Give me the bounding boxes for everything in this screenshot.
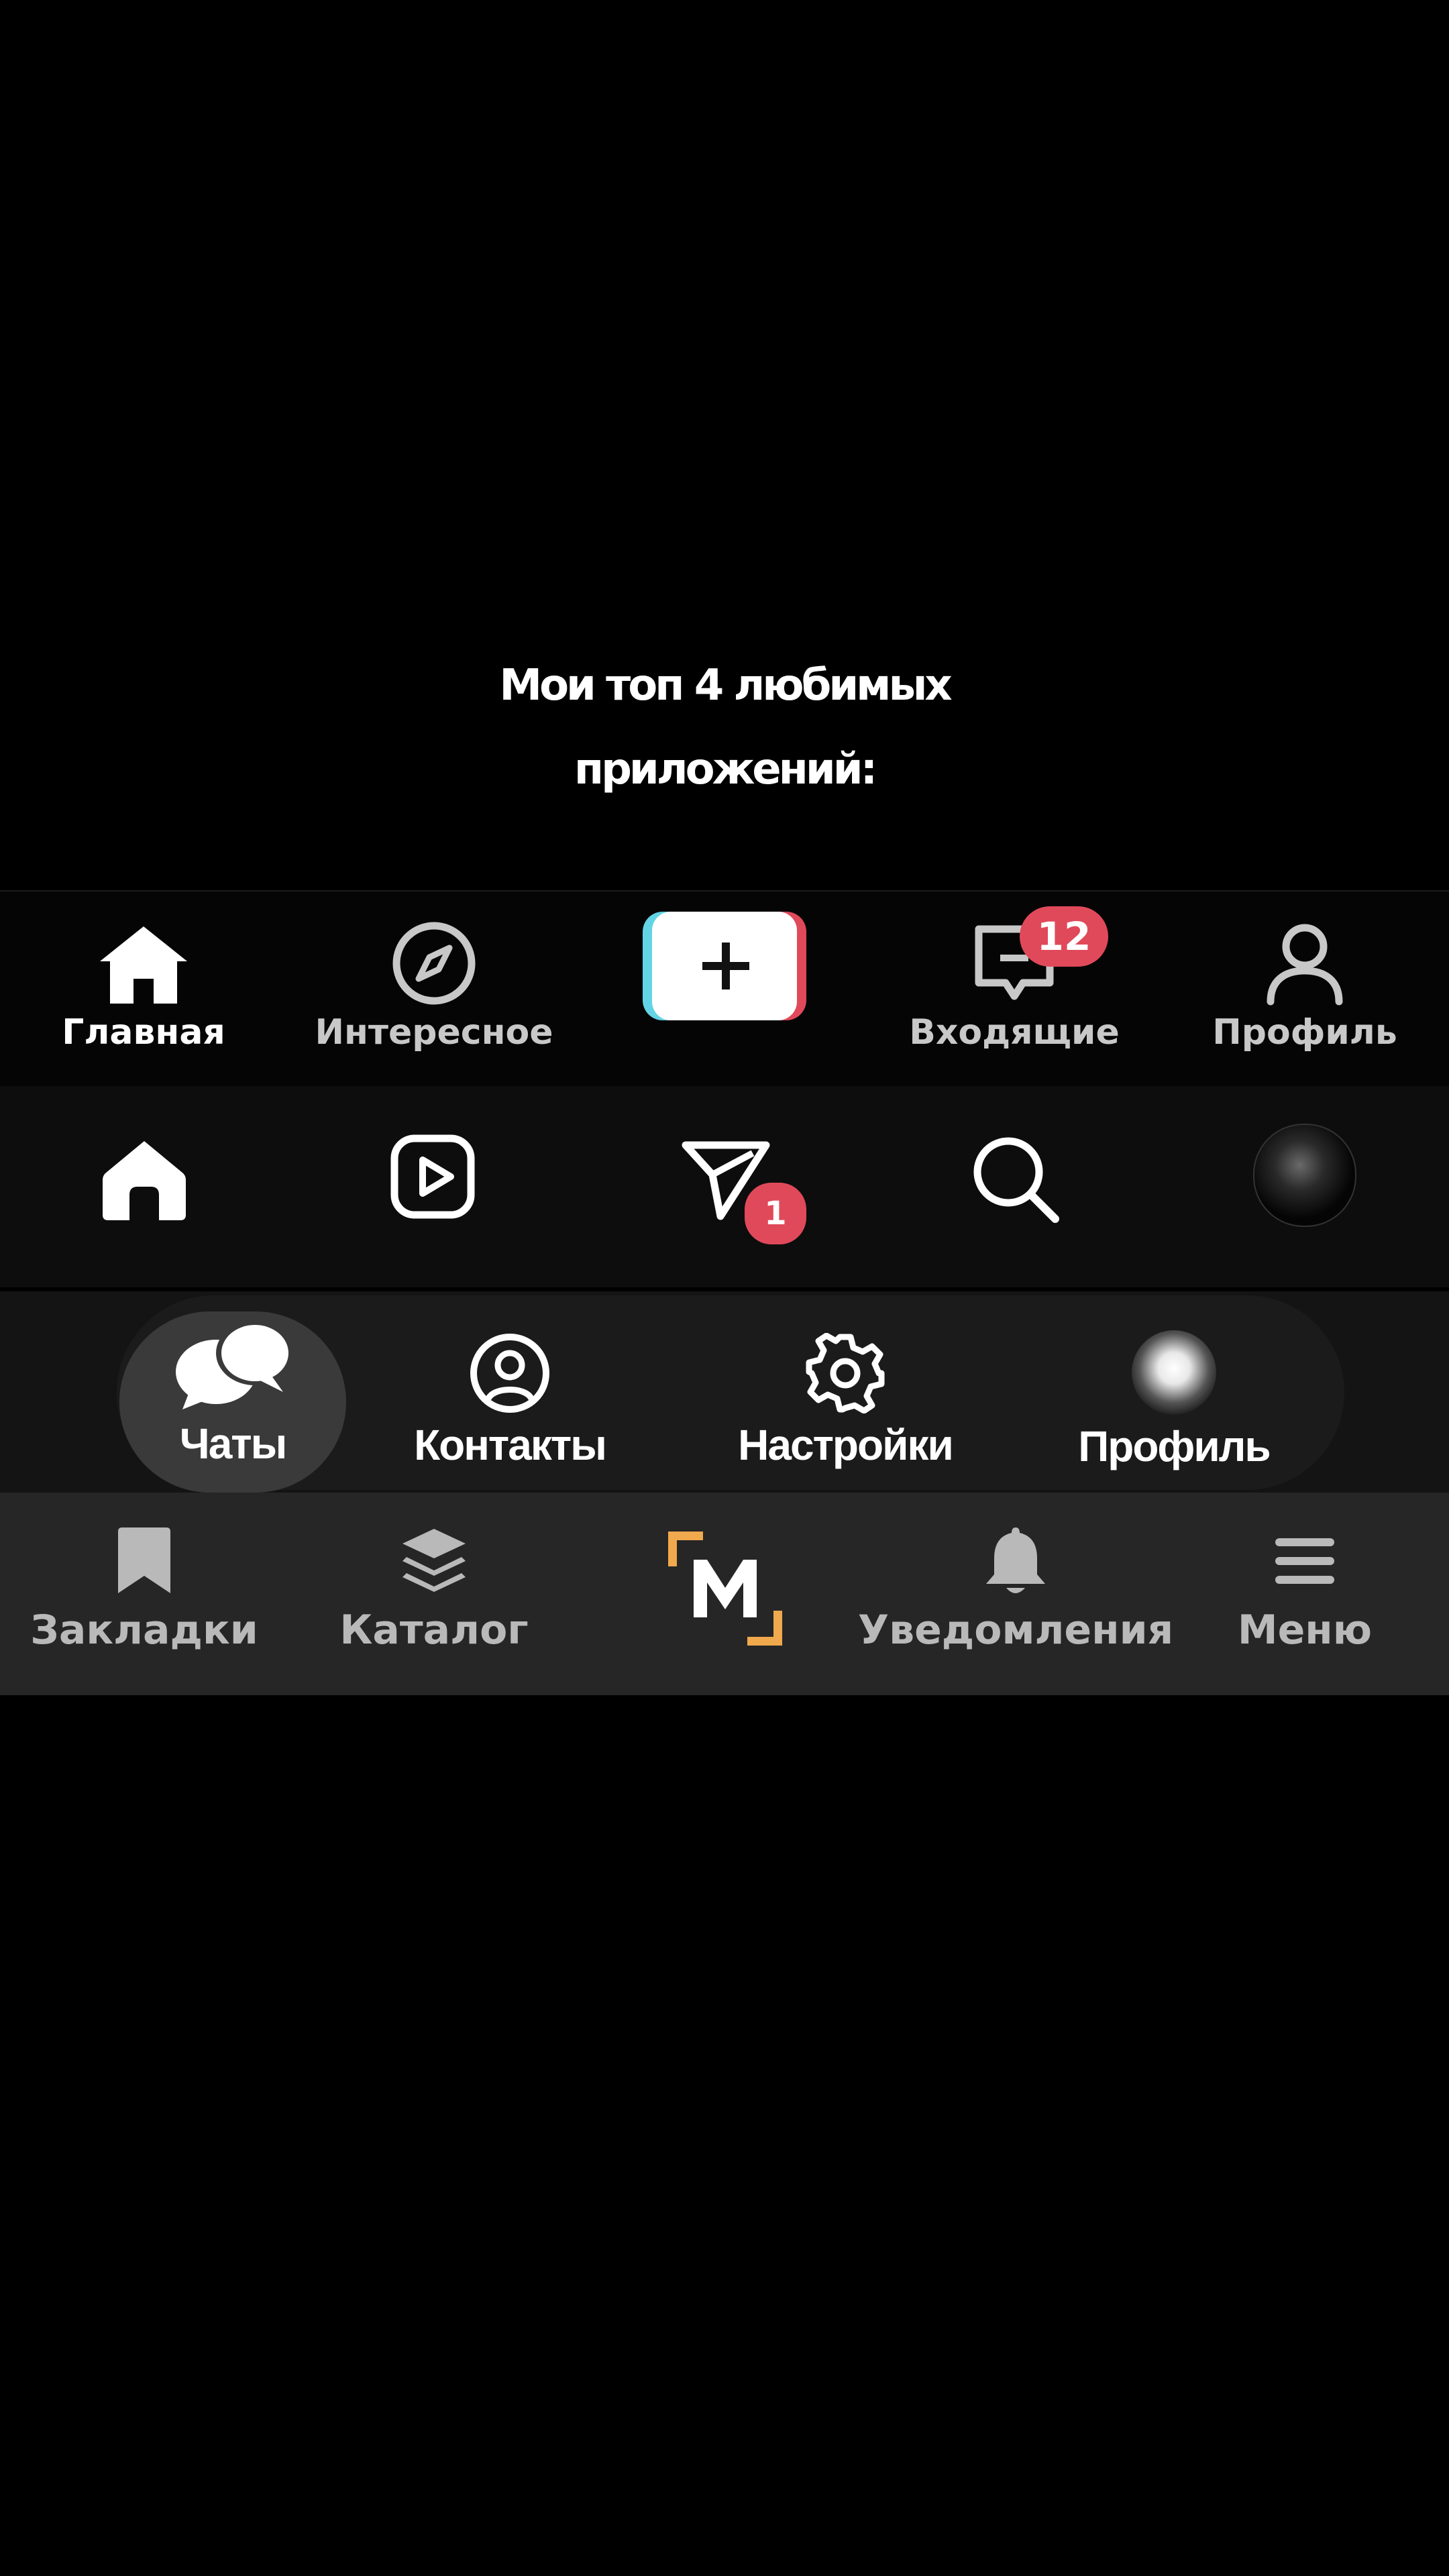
- nav-label-notifications: Уведомления: [857, 1607, 1174, 1654]
- ig-search-button[interactable]: [969, 1133, 1063, 1227]
- nav-item-home[interactable]: Главная: [62, 920, 225, 1053]
- nav-item-discover[interactable]: Интересное: [310, 920, 558, 1053]
- nav-item-notifications[interactable]: Уведомления: [857, 1523, 1174, 1654]
- layers-icon: [402, 1529, 466, 1592]
- caption-line-2: приложений:: [574, 745, 877, 794]
- nav-label-home: Главная: [62, 1012, 225, 1053]
- direct-badge: 1: [741, 1179, 810, 1248]
- nav-label-discover: Интересное: [315, 1012, 553, 1053]
- settings-icon: [806, 1333, 885, 1413]
- inbox-badge: 12: [1020, 906, 1108, 967]
- ig-profile-button[interactable]: [1253, 1124, 1356, 1227]
- nav-label-inbox: Входящие: [909, 1012, 1120, 1053]
- ig-reels-button[interactable]: [389, 1133, 476, 1220]
- ig-home-button[interactable]: [97, 1133, 191, 1227]
- tab-label-profile: Профиль: [1078, 1422, 1271, 1470]
- compass-icon: [392, 922, 476, 1005]
- avatar: [1132, 1330, 1216, 1415]
- avatar: [1253, 1124, 1356, 1227]
- tab-settings[interactable]: Настройки: [724, 1333, 966, 1470]
- nav-label-bookmarks: Закладки: [30, 1607, 258, 1654]
- tab-label-contacts: Контакты: [414, 1421, 607, 1469]
- nav-label-catalog: Каталог: [339, 1607, 529, 1654]
- instagram-nav-bar: 1: [0, 1086, 1449, 1287]
- search-icon: [973, 1137, 1059, 1223]
- tab-contacts[interactable]: Контакты: [396, 1333, 624, 1470]
- home-icon: [103, 1141, 186, 1220]
- nav-label-menu: Меню: [1237, 1607, 1373, 1654]
- reels-icon: [390, 1134, 475, 1219]
- chats-icon: [176, 1321, 294, 1409]
- nav-item-catalog[interactable]: Каталог: [335, 1523, 533, 1654]
- nav-label-profile: Профиль: [1212, 1012, 1397, 1053]
- tab-label-chats: Чаты: [179, 1419, 288, 1468]
- bell-icon: [986, 1527, 1045, 1593]
- nav-item-profile[interactable]: Профиль: [1208, 920, 1402, 1053]
- plus-icon: [643, 912, 806, 1020]
- contacts-icon: [470, 1334, 549, 1413]
- nav-item-menu[interactable]: Меню: [1228, 1523, 1382, 1654]
- tab-label-settings: Настройки: [738, 1421, 954, 1469]
- nav-item-inbox[interactable]: Входящие 12: [900, 906, 1128, 1053]
- manga-nav-bar: Закладки Каталог Уведомления Меню: [0, 1493, 1449, 1695]
- nav-item-bookmarks[interactable]: Закладки: [27, 1523, 262, 1654]
- tiktok-nav-bar: Главная Интересное Входящие 12 Профиль: [0, 890, 1449, 1087]
- app-logo-button[interactable]: [668, 1532, 782, 1646]
- bookmark-icon: [118, 1527, 170, 1593]
- logo-m: [668, 1532, 782, 1646]
- person-icon: [1267, 924, 1343, 1006]
- menu-icon: [1275, 1538, 1334, 1584]
- home-icon: [100, 926, 187, 1004]
- telegram-nav-bar: Чаты Контакты Настройки Профиль: [0, 1291, 1449, 1493]
- create-button[interactable]: [643, 912, 806, 1020]
- ig-direct-button[interactable]: 1: [679, 1133, 810, 1248]
- tab-profile[interactable]: Профиль: [1067, 1330, 1281, 1471]
- caption-line-1: Мои топ 4 любимых: [499, 661, 952, 710]
- tab-chats[interactable]: Чаты: [119, 1318, 346, 1468]
